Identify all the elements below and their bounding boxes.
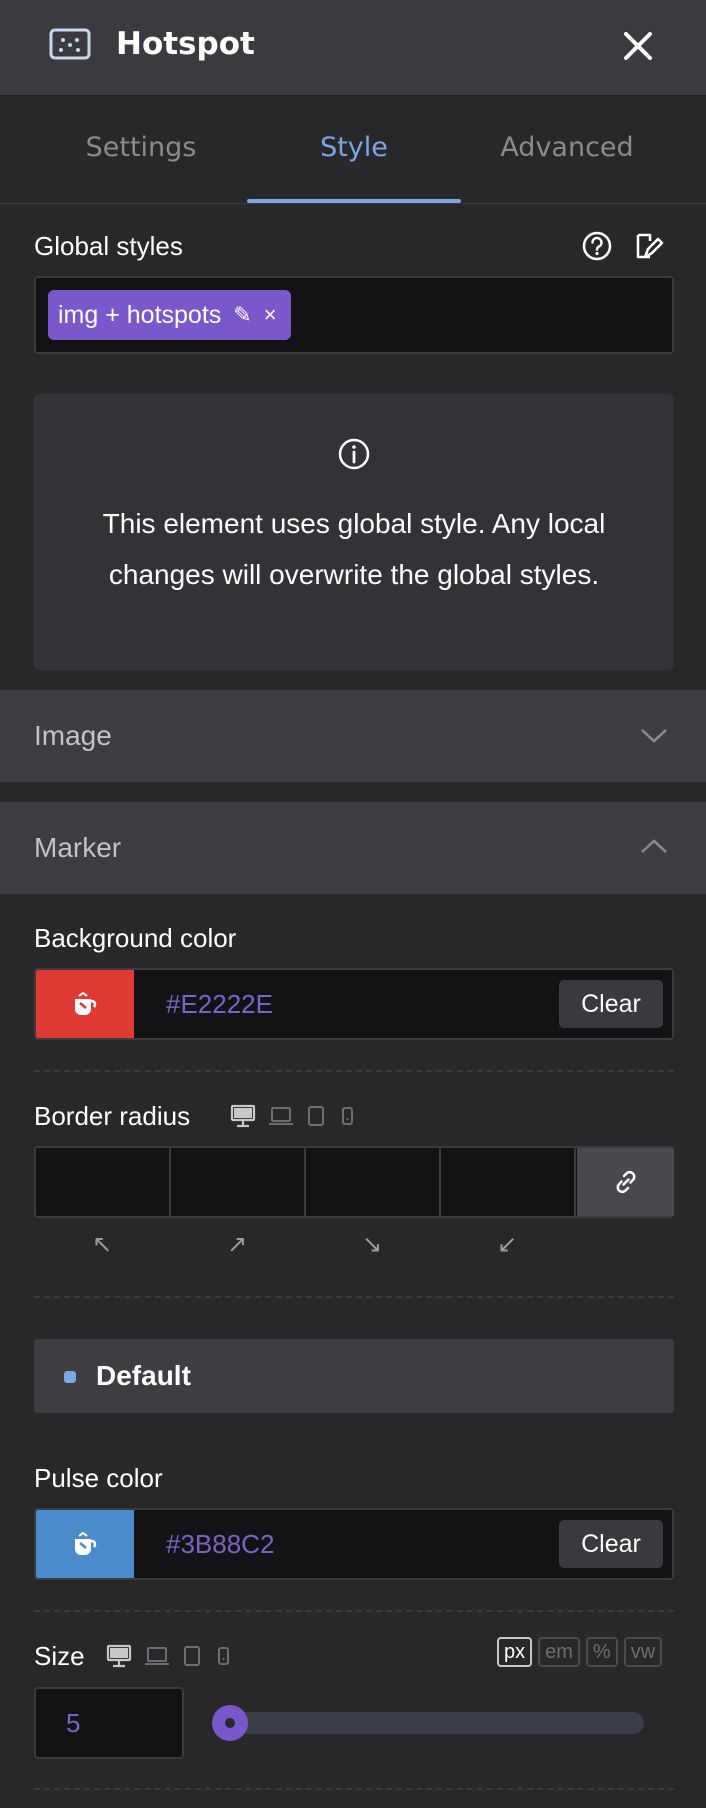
pulse-color-swatch[interactable]: [36, 1510, 134, 1578]
tab-advanced[interactable]: Advanced: [460, 96, 674, 204]
link-icon: [616, 1170, 635, 1194]
responsive-device-switcher: [230, 1101, 356, 1131]
corner-bottom-right-icon: ↘: [361, 1230, 383, 1258]
desktop-icon[interactable]: [230, 1104, 256, 1128]
global-style-chip-label: img + hotspots: [58, 300, 222, 329]
tab-settings[interactable]: Settings: [34, 96, 248, 204]
divider: [34, 1788, 674, 1790]
laptop-icon[interactable]: [268, 1105, 294, 1127]
unit-percent[interactable]: %: [585, 1637, 618, 1667]
mobile-icon[interactable]: [338, 1105, 356, 1127]
global-styles-label: Global styles: [34, 231, 183, 261]
global-styles-field[interactable]: img + hotspots ✎ ×: [34, 276, 674, 354]
corner-top-left-icon: ↖: [91, 1230, 113, 1258]
paint-bucket-icon: [75, 1531, 97, 1555]
background-color-swatch[interactable]: [36, 970, 134, 1038]
panel-header: Hotspot: [0, 0, 706, 96]
pencil-icon[interactable]: ✎: [233, 302, 251, 328]
global-style-chip[interactable]: img + hotspots ✎ ×: [48, 290, 291, 340]
tab-style[interactable]: Style: [247, 96, 461, 204]
edit-global-style-icon[interactable]: [632, 229, 666, 263]
state-indicator-dot: [64, 1371, 76, 1383]
desktop-icon[interactable]: [106, 1644, 132, 1668]
size-slider-track[interactable]: [212, 1712, 644, 1734]
unit-vw[interactable]: vw: [623, 1637, 663, 1667]
tablet-icon[interactable]: [306, 1105, 326, 1127]
laptop-icon[interactable]: [144, 1645, 170, 1667]
chevron-down-icon: [641, 729, 667, 743]
size-input[interactable]: 5: [34, 1687, 184, 1759]
section-marker-title: Marker: [34, 832, 122, 863]
state-default-toggle[interactable]: Default: [34, 1339, 674, 1413]
remove-chip-icon[interactable]: ×: [264, 302, 277, 328]
divider: [34, 1610, 674, 1612]
info-icon: [338, 438, 370, 470]
background-color-label: Background color: [34, 923, 237, 953]
link-values-button[interactable]: [577, 1148, 674, 1216]
active-tab-indicator: [247, 199, 461, 203]
divider: [34, 1296, 674, 1298]
panel-title: Hotspot: [116, 26, 255, 62]
divider: [34, 1070, 674, 1072]
global-style-notice: This element uses global style. Any loca…: [34, 394, 674, 670]
background-color-value[interactable]: #E2222E: [166, 986, 273, 1022]
section-image[interactable]: Image: [0, 690, 706, 782]
background-color-clear-button[interactable]: Clear: [559, 980, 663, 1028]
notice-text: This element uses global style. Any loca…: [102, 508, 606, 590]
section-image-title: Image: [34, 720, 112, 751]
size-device-switcher: [106, 1641, 232, 1671]
border-radius-label: Border radius: [34, 1101, 191, 1131]
help-icon[interactable]: [580, 229, 614, 263]
size-slider-thumb[interactable]: [212, 1705, 248, 1741]
mobile-icon[interactable]: [214, 1645, 232, 1667]
state-default-label: Default: [96, 1360, 191, 1391]
background-color-field: #E2222E Clear: [34, 968, 674, 1040]
corner-bottom-left-icon: ↙: [496, 1230, 518, 1258]
paint-bucket-icon: [75, 991, 97, 1015]
border-radius-inputs: [34, 1146, 674, 1218]
close-icon[interactable]: [618, 26, 658, 66]
radius-bottom-left-input[interactable]: [441, 1148, 576, 1216]
unit-px[interactable]: px: [497, 1637, 533, 1667]
radius-top-right-input[interactable]: [171, 1148, 306, 1216]
pulse-color-label: Pulse color: [34, 1463, 163, 1493]
section-marker[interactable]: Marker: [0, 802, 706, 894]
unit-em[interactable]: em: [538, 1637, 580, 1667]
radius-bottom-right-input[interactable]: [306, 1148, 441, 1216]
hotspot-icon: [49, 28, 91, 60]
size-value: 5: [66, 1708, 81, 1738]
unit-switcher: px em % vw: [497, 1637, 663, 1667]
pulse-color-field: #3B88C2 Clear: [34, 1508, 674, 1580]
corner-top-right-icon: ↗: [226, 1230, 248, 1258]
pulse-color-value[interactable]: #3B88C2: [166, 1526, 274, 1562]
tab-bar: Settings Style Advanced: [0, 96, 706, 204]
tablet-icon[interactable]: [182, 1645, 202, 1667]
size-label: Size: [34, 1641, 85, 1671]
radius-top-left-input[interactable]: [36, 1148, 171, 1216]
chevron-up-icon: [641, 839, 667, 853]
pulse-color-clear-button[interactable]: Clear: [559, 1520, 663, 1568]
